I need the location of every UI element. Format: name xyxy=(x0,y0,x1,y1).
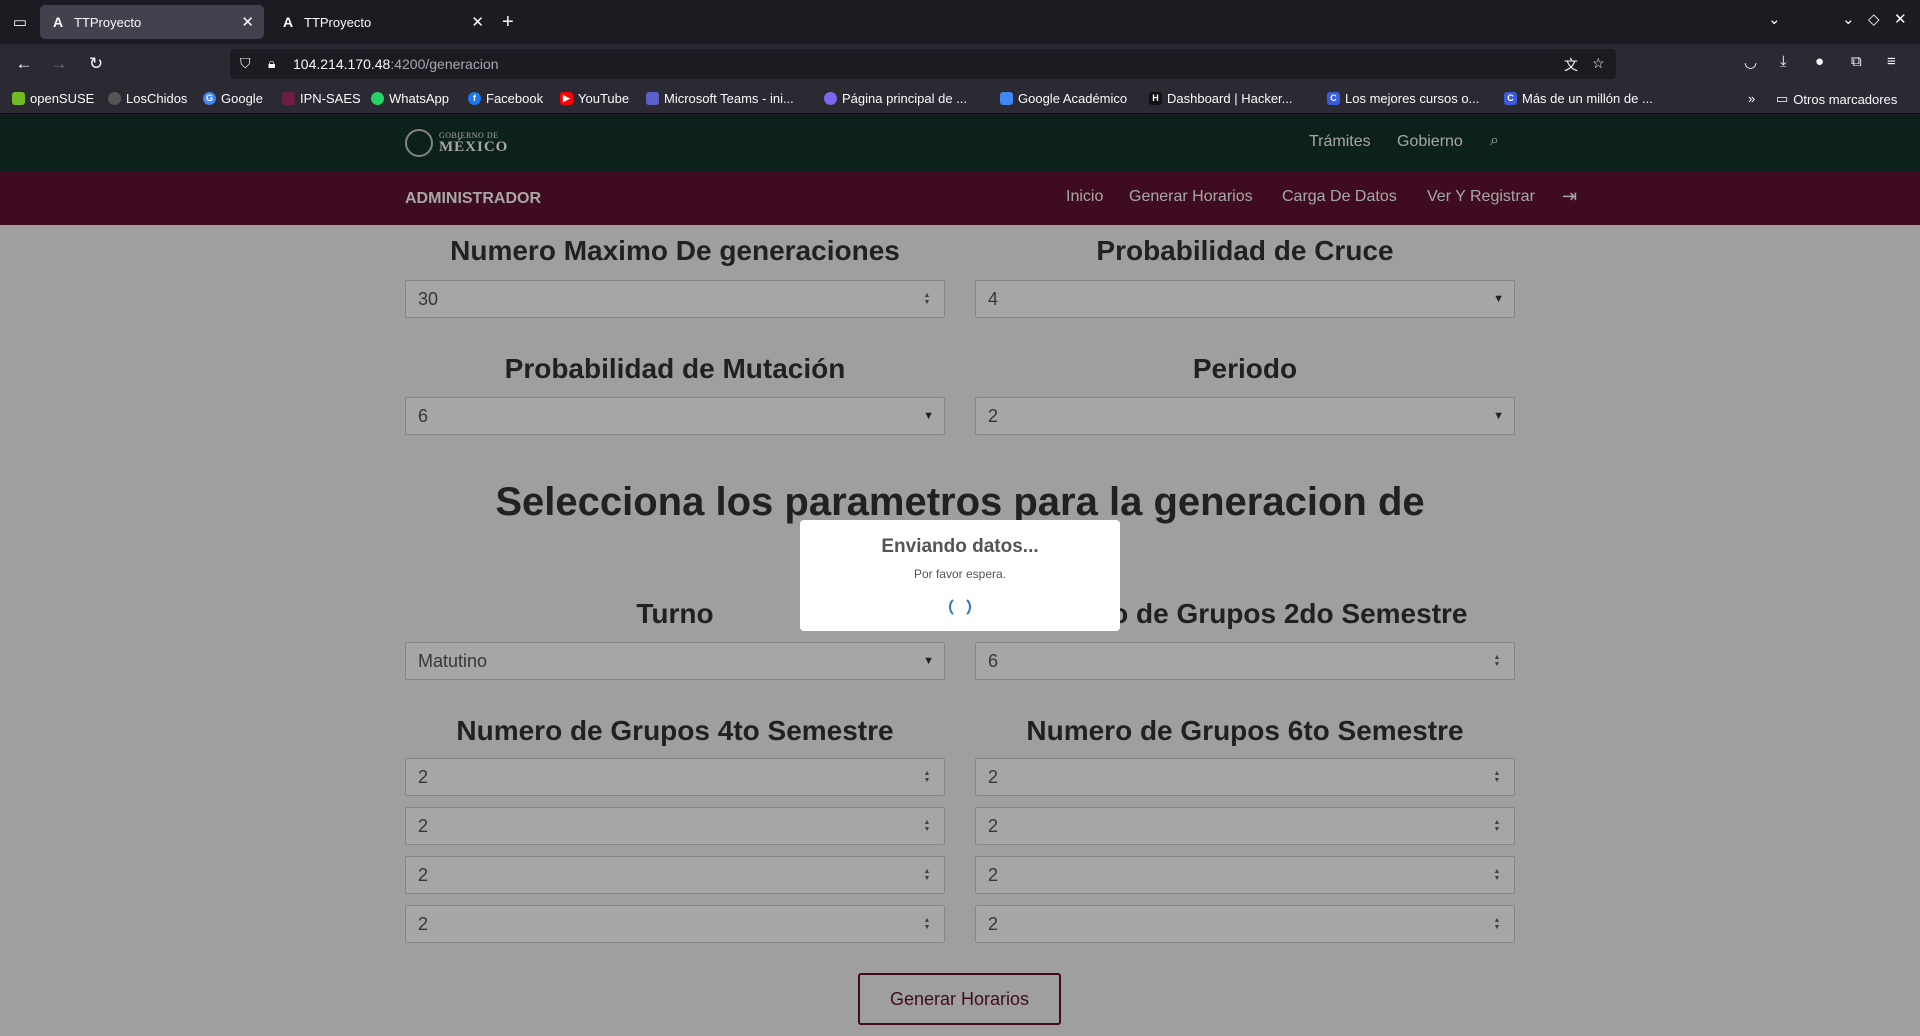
bookmark-label: Facebook xyxy=(486,91,544,106)
bookmark-item[interactable]: LosChidos xyxy=(108,91,187,106)
url-text[interactable]: 104.214.170.48:4200/generacion xyxy=(293,56,499,72)
loading-modal: Enviando datos... Por favor espera. xyxy=(800,520,1120,631)
bookmark-item[interactable]: Google Académico xyxy=(1000,91,1127,106)
bookmark-star-icon[interactable]: ☆ xyxy=(1592,55,1605,72)
modal-subtitle: Por favor espera. xyxy=(913,567,1007,581)
scholar-icon xyxy=(1000,92,1013,105)
other-bookmarks-label: Otros marcadores xyxy=(1793,91,1898,107)
tab-title: TTProyecto xyxy=(74,14,142,30)
lock-icon[interactable]: 🔒︎ xyxy=(268,55,275,72)
courses-icon: C xyxy=(1327,92,1340,105)
loading-spinner-icon xyxy=(949,596,971,618)
angular-favicon-icon: A xyxy=(282,14,294,30)
bookmark-item[interactable]: C Más de un millón de ... xyxy=(1504,91,1653,106)
folder-icon: ▭ xyxy=(1776,91,1789,106)
bookmark-item[interactable]: G Google xyxy=(203,91,263,106)
bookmark-label: Google xyxy=(221,91,263,106)
youtube-icon: ▶ xyxy=(560,92,573,105)
bookmark-label: IPN-SAES xyxy=(300,91,361,106)
bookmark-item[interactable]: WhatsApp xyxy=(371,91,449,106)
url-bar[interactable]: ⛉ 🔒︎ 104.214.170.48:4200/generacion 文 ☆ xyxy=(230,49,1616,79)
bookmark-label: Más de un millón de ... xyxy=(1522,91,1653,106)
bookmark-label: Google Académico xyxy=(1018,91,1128,106)
page-icon xyxy=(824,92,837,105)
translate-icon[interactable]: 文 xyxy=(1564,55,1578,75)
other-bookmarks[interactable]: ▭ Otros marcadores xyxy=(1776,91,1897,107)
hackerrank-icon: H xyxy=(1149,92,1162,105)
tab-title: TTProyecto xyxy=(304,14,372,30)
bookmark-item[interactable]: openSUSE xyxy=(12,91,94,106)
github-icon xyxy=(108,92,121,105)
modal-title: Enviando datos... xyxy=(881,536,1039,557)
url-host: 104.214.170.48 xyxy=(293,56,391,72)
bookmark-label: WhatsApp xyxy=(389,91,449,106)
menu-icon[interactable]: ≡ xyxy=(1887,53,1896,70)
shield-icon[interactable]: ⛉ xyxy=(240,55,251,72)
close-tab-icon[interactable]: ✕ xyxy=(471,13,484,31)
browser-navbar: ← → ↻ ⛉ 🔒︎ 104.214.170.48:4200/generacio… xyxy=(0,44,1920,84)
bookmark-label: Los mejores cursos o... xyxy=(1345,91,1480,106)
bookmark-item[interactable]: IPN-SAES xyxy=(282,91,361,106)
tab-ttproyecto-2[interactable]: A TTProyecto ✕ xyxy=(270,5,494,39)
bookmark-label: Dashboard | Hacker... xyxy=(1167,91,1293,106)
minimize-icon[interactable]: ⌄ xyxy=(1842,10,1855,28)
google-icon: G xyxy=(203,92,216,105)
downloads-icon[interactable]: ⤓ xyxy=(1780,53,1787,70)
bookmark-item[interactable]: C Los mejores cursos o... xyxy=(1327,91,1479,106)
courses-icon: C xyxy=(1504,92,1517,105)
facebook-icon: f xyxy=(468,92,481,105)
angular-favicon-icon: A xyxy=(52,14,64,30)
whatsapp-icon xyxy=(371,92,384,105)
bookmark-item[interactable]: f Facebook xyxy=(468,91,543,106)
forward-icon[interactable]: → xyxy=(47,52,71,76)
bookmark-label: Microsoft Teams - ini... xyxy=(664,91,794,106)
maximize-icon[interactable]: ◇ xyxy=(1868,10,1880,28)
bookmark-item[interactable]: ▶ YouTube xyxy=(560,91,629,106)
reload-icon[interactable]: ↻ xyxy=(84,52,108,76)
url-path: :4200/generacion xyxy=(390,56,499,72)
tab-list-icon[interactable]: ▭ xyxy=(8,10,32,34)
tab-ttproyecto-1[interactable]: A TTProyecto ✕ xyxy=(40,5,264,39)
close-tab-icon[interactable]: ✕ xyxy=(241,13,254,31)
bookmark-label: Página principal de ... xyxy=(842,91,968,106)
list-all-tabs-icon[interactable]: ⌄ xyxy=(1768,10,1781,28)
ipn-icon xyxy=(282,92,295,105)
more-bookmarks-icon[interactable]: » xyxy=(1748,91,1755,106)
extensions-icon[interactable]: ⧉ xyxy=(1851,53,1862,70)
modal-backdrop-top xyxy=(0,115,1920,225)
web-page: GOBIERNO DE MÉXICO Trámites Gobierno ⌕ A… xyxy=(0,115,1920,1036)
pocket-icon[interactable]: ◡ xyxy=(1744,53,1757,71)
bookmarks-bar: openSUSE LosChidos G Google IPN-SAES What… xyxy=(0,84,1920,114)
browser-tabbar: ▭ A TTProyecto ✕ A TTProyecto ✕ + ⌄ ⌄ ◇ … xyxy=(0,0,1920,44)
new-tab-icon[interactable]: + xyxy=(502,10,514,34)
bookmark-item[interactable]: H Dashboard | Hacker... xyxy=(1149,91,1293,106)
bookmark-label: YouTube xyxy=(578,91,630,106)
opensuse-icon xyxy=(12,92,25,105)
bookmark-item[interactable]: Microsoft Teams - ini... xyxy=(646,91,794,106)
back-icon[interactable]: ← xyxy=(12,52,36,76)
close-window-icon[interactable]: ✕ xyxy=(1894,10,1907,28)
bookmark-label: LosChidos xyxy=(126,91,188,106)
bookmark-item[interactable]: Página principal de ... xyxy=(824,91,967,106)
bookmark-label: openSUSE xyxy=(30,91,95,106)
account-icon[interactable]: ● xyxy=(1815,53,1824,70)
teams-icon xyxy=(646,92,659,105)
